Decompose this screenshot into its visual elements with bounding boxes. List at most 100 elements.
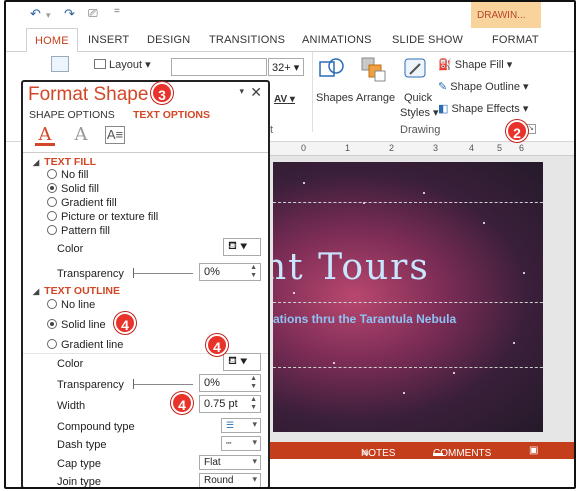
redo-icon[interactable]: ↷ (64, 6, 75, 22)
qat-more-icon[interactable]: = (114, 6, 120, 17)
shapes-button[interactable]: Shapes (316, 92, 353, 104)
ribbon-tabs: HOME INSERT DESIGN TRANSITIONS ANIMATION… (6, 28, 574, 53)
dash-type-label: Dash type (57, 439, 107, 451)
callout-badge-4: 4 (114, 312, 136, 334)
text-fill-heading[interactable]: TEXT FILL (33, 156, 96, 168)
outline-width-input[interactable]: 0.75 pt ▲ ▼ (199, 395, 261, 413)
arrange-icon[interactable] (360, 56, 388, 84)
radio-solid-line[interactable]: Solid line (47, 319, 106, 331)
close-icon[interactable]: ✕ (250, 84, 262, 101)
outline-transparency-slider[interactable] (133, 379, 193, 389)
radio-no-line[interactable]: No line (47, 299, 95, 311)
slide-editing-area: 0 1 2 3 4 5 6 ht Tours ations thru the T… (261, 142, 574, 442)
radio-gradient-line[interactable]: Gradient line (47, 339, 123, 351)
effects-icon: ◧ (438, 103, 449, 115)
horizontal-ruler[interactable]: 0 1 2 3 4 5 6 (261, 142, 574, 156)
radio-button[interactable] (47, 225, 57, 235)
dash-type-dropdown[interactable]: ┅ (221, 436, 261, 451)
textbox-icon[interactable]: A≡ (105, 126, 125, 144)
tab-home[interactable]: HOME (26, 28, 78, 53)
shape-outline-button[interactable]: ✎ Shape Outline ▾ (438, 80, 529, 93)
paint-bucket-icon: ⛽ (438, 59, 452, 71)
paint-bucket-icon: ⛾ (228, 240, 237, 252)
selection-guide (273, 367, 543, 368)
star (513, 342, 515, 344)
callout-badge-2: 2 (506, 120, 528, 142)
star (523, 272, 525, 274)
radio-button[interactable] (47, 299, 57, 309)
radio-picture-fill[interactable]: Picture or texture fill (47, 211, 158, 223)
contextual-tab-group-label: DRAWIN... (471, 2, 541, 28)
spinner-arrows-icon[interactable]: ▲ ▼ (250, 375, 257, 391)
radio-button[interactable] (47, 211, 57, 221)
tab-animations[interactable]: ANIMATIONS (302, 34, 372, 46)
undo-icon[interactable]: ↶ (30, 6, 41, 22)
shape-fill-button[interactable]: ⛽ Shape Fill ▾ (438, 58, 512, 71)
tab-insert[interactable]: INSERT (88, 34, 129, 46)
tab-slide-show[interactable]: SLIDE SHOW (392, 34, 463, 46)
normal-view-icon[interactable]: ▣ (529, 445, 538, 456)
radio-button[interactable] (47, 339, 57, 349)
cap-type-label: Cap type (57, 458, 102, 470)
outline-transparency-label: Transparency (57, 379, 124, 391)
present-icon[interactable]: ⎚ (88, 6, 98, 21)
outline-color-button[interactable]: ⛾ ▾ (223, 353, 261, 371)
pane-body: TEXT FILL No fill Solid fill Gradient fi… (23, 152, 268, 487)
quick-styles-icon[interactable] (402, 56, 430, 84)
new-slide-icon[interactable] (51, 56, 69, 72)
shapes-icon[interactable] (318, 56, 346, 84)
slide-canvas[interactable]: ht Tours ations thru the Tarantula Nebul… (273, 162, 543, 432)
pen-icon: ✎ (438, 81, 448, 93)
radio-pattern-fill[interactable]: Pattern fill (47, 225, 110, 237)
radio-no-fill[interactable]: No fill (47, 169, 89, 181)
radio-gradient-fill[interactable]: Gradient fill (47, 197, 117, 209)
radio-button[interactable] (47, 319, 57, 329)
ruler-tick: 6 (519, 143, 525, 153)
text-fill-outline-icon[interactable]: A (35, 124, 55, 146)
fill-transparency-slider[interactable] (133, 268, 193, 278)
pane-title: Format Shape (28, 84, 149, 105)
star (333, 362, 335, 364)
spinner-arrows-icon[interactable]: ▲ ▼ (250, 396, 257, 412)
spinner-arrows-icon[interactable]: ▲ ▼ (250, 264, 257, 280)
tab-transitions[interactable]: TRANSITIONS (209, 34, 285, 46)
cap-type-dropdown[interactable]: Flat (199, 455, 261, 470)
tab-design[interactable]: DESIGN (147, 34, 190, 46)
layout-button[interactable]: Layout ▾ (94, 58, 151, 71)
dash-lines-icon: ┅ (226, 438, 232, 448)
slide-title-text[interactable]: ht Tours (273, 247, 430, 288)
fill-color-button[interactable]: ⛾ ▾ (223, 238, 261, 256)
quick-styles-button[interactable]: Quick (404, 92, 432, 104)
radio-button[interactable] (47, 183, 57, 193)
font-size-box[interactable]: 32+ ▾ (268, 58, 304, 76)
selection-guide (273, 202, 543, 203)
ruler-tick: 0 (301, 143, 307, 153)
font-name-box[interactable] (171, 58, 267, 76)
star (453, 372, 455, 374)
compound-type-dropdown[interactable]: ☰ (221, 418, 261, 433)
fill-transparency-input[interactable]: 0% ▲ ▼ (199, 263, 261, 281)
outline-transparency-input[interactable]: 0% ▲ ▼ (199, 374, 261, 392)
text-effects-icon[interactable]: A (71, 124, 91, 146)
slide-subtitle-text[interactable]: ations thru the Tarantula Nebula (273, 312, 456, 326)
undo-dropdown-icon[interactable]: ▾ (46, 10, 51, 21)
arrange-button[interactable]: Arrange (356, 92, 395, 104)
tab-format[interactable]: FORMAT (492, 34, 539, 46)
radio-button[interactable] (47, 169, 57, 179)
tab-shape-options[interactable]: SHAPE OPTIONS (29, 109, 115, 121)
outline-color-label: Color (57, 358, 84, 370)
join-type-dropdown[interactable]: Round (199, 473, 261, 487)
ruler-tick: 3 (433, 143, 439, 153)
text-outline-heading[interactable]: TEXT OUTLINE (33, 285, 120, 297)
shape-effects-button[interactable]: ◧ Shape Effects ▾ (438, 102, 528, 115)
pane-options-dropdown-icon[interactable]: ▾ (239, 86, 244, 97)
quick-styles-button-line2[interactable]: Styles ▾ (400, 106, 439, 119)
star (303, 182, 305, 184)
star (403, 392, 405, 394)
star (293, 292, 295, 294)
tab-text-options[interactable]: TEXT OPTIONS (133, 109, 210, 121)
radio-solid-fill[interactable]: Solid fill (47, 183, 99, 195)
text-options-icon-row: A A A≡ (29, 124, 268, 150)
character-spacing-button[interactable]: AV ▾ (274, 94, 295, 105)
radio-button[interactable] (47, 197, 57, 207)
